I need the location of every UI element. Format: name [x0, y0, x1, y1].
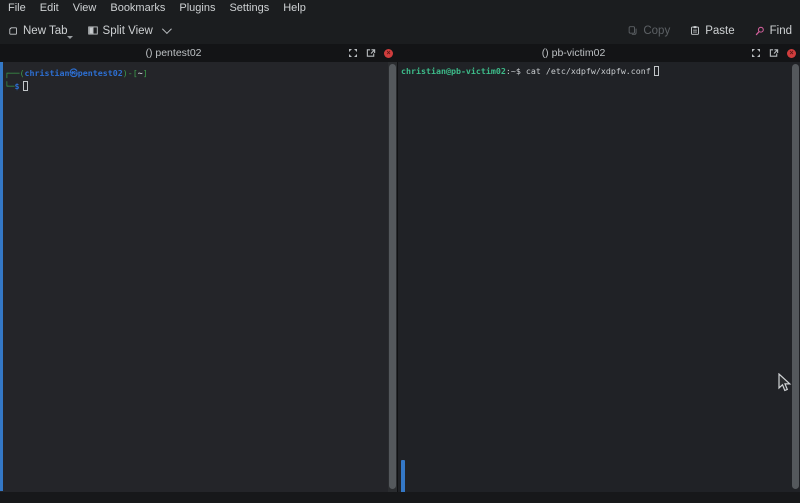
terminal-pane-pb-victim02[interactable]: christian@pb-victim02:~$ cat /etc/xdpfw/…	[398, 62, 800, 492]
terminal-cursor	[654, 66, 660, 76]
pane-tab-pentest02[interactable]: () pentest02 ×	[0, 44, 397, 62]
paste-label: Paste	[705, 25, 734, 37]
terminal-output-pentest02: ┌──(christian㉿pentest02)-[~] └─$	[5, 67, 148, 93]
new-tab-label: New Tab	[23, 25, 68, 37]
split-view-icon	[88, 26, 98, 36]
find-label: Find	[770, 25, 792, 37]
new-tab-button[interactable]: New Tab	[2, 22, 74, 40]
scrollbar-thumb[interactable]	[389, 64, 396, 489]
copy-label: Copy	[643, 25, 670, 37]
scrollbar[interactable]	[388, 62, 397, 492]
prompt-frame: ┌──(	[5, 68, 25, 78]
new-tab-icon	[8, 26, 18, 36]
prompt-frame: )-[	[123, 68, 138, 78]
menu-file[interactable]: File	[1, 0, 33, 17]
terminal-pane-pentest02[interactable]: ┌──(christian㉿pentest02)-[~] └─$	[0, 62, 397, 492]
menu-bookmarks[interactable]: Bookmarks	[103, 0, 172, 17]
menu-help[interactable]: Help	[276, 0, 313, 17]
toolbar: New Tab Split View Copy Paste	[0, 17, 800, 44]
pane-tab-pb-victim02[interactable]: () pb-victim02 ×	[397, 44, 800, 62]
pane-title-pentest02: () pentest02	[0, 44, 347, 62]
new-tab-dropdown-caret	[67, 36, 73, 39]
split-title-bar: () pentest02 × () pb-victim02 ×	[0, 44, 800, 62]
konsole-window: File Edit View Bookmarks Plugins Setting…	[0, 0, 800, 503]
terminal-cursor	[23, 81, 29, 91]
detach-pane-icon[interactable]	[769, 48, 779, 58]
maximize-pane-icon[interactable]	[751, 48, 761, 58]
prompt-frame: └─	[5, 81, 15, 91]
prompt-char: $	[15, 81, 20, 91]
find-icon	[755, 26, 765, 36]
splitter-handle-highlight	[401, 460, 405, 492]
find-button[interactable]: Find	[749, 22, 798, 40]
scrollbar[interactable]	[791, 62, 800, 492]
close-pane-button[interactable]: ×	[384, 49, 393, 58]
prompt-char: $	[516, 66, 526, 76]
menubar: File Edit View Bookmarks Plugins Setting…	[0, 0, 800, 17]
detach-pane-icon[interactable]	[366, 48, 376, 58]
split-view-label: Split View	[103, 25, 153, 37]
copy-button[interactable]: Copy	[622, 22, 676, 40]
terminal-output-pb-victim02: christian@pb-victim02:~$ cat /etc/xdpfw/…	[401, 65, 659, 78]
copy-icon	[628, 26, 638, 36]
menu-edit[interactable]: Edit	[33, 0, 66, 17]
menu-plugins[interactable]: Plugins	[172, 0, 222, 17]
typed-command: cat /etc/xdpfw/xdpfw.conf	[526, 66, 651, 76]
prompt-user-host: christian@pb-victim02	[401, 66, 506, 76]
close-pane-button[interactable]: ×	[787, 49, 796, 58]
menu-view[interactable]: View	[66, 0, 104, 17]
prompt-frame: ]	[143, 68, 148, 78]
scrollbar-thumb[interactable]	[792, 64, 799, 489]
paste-button[interactable]: Paste	[684, 22, 740, 40]
split-view-chevron-icon	[162, 24, 172, 34]
prompt-user-host: christian㉿pentest02	[24, 68, 122, 78]
mouse-cursor-icon	[778, 373, 792, 398]
pane-title-pb-victim02: () pb-victim02	[397, 44, 750, 62]
menu-settings[interactable]: Settings	[222, 0, 276, 17]
window-bottom-edge	[0, 492, 800, 503]
paste-icon	[690, 26, 700, 36]
maximize-pane-icon[interactable]	[348, 48, 358, 58]
active-pane-highlight	[0, 62, 3, 491]
split-view-button[interactable]: Split View	[82, 22, 175, 40]
